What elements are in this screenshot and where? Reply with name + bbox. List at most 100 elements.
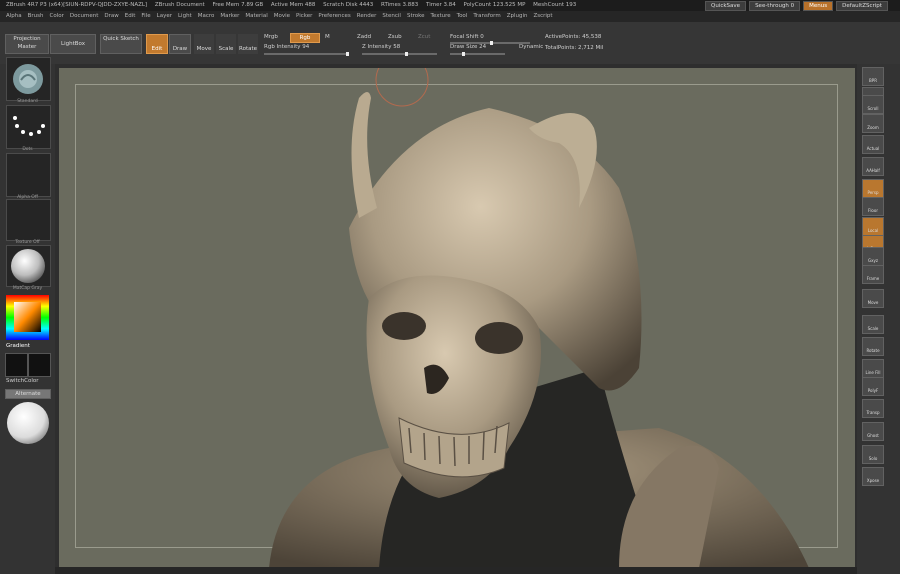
menu-item[interactable]: Draw [104, 13, 118, 19]
zadd-button[interactable]: Zadd [357, 34, 371, 40]
right-shelf-label: Line Fill [865, 370, 881, 375]
mesh-count: MeshCount 193 [533, 2, 577, 8]
zsub-button[interactable]: Zsub [388, 34, 402, 40]
zcut-button[interactable]: Zcut [418, 34, 430, 40]
right-shelf-button[interactable]: Scroll [862, 95, 884, 114]
menu-item[interactable]: Render [357, 13, 377, 19]
right-shelf-button[interactable]: Transp [862, 399, 884, 418]
right-shelf-label: Scroll [867, 106, 879, 111]
main-color-swatch[interactable] [5, 353, 28, 377]
menu-item[interactable]: Document [70, 13, 99, 19]
active-points: ActivePoints: 45,538 [545, 34, 602, 40]
poly-count: PolyCount 123.525 MP [463, 2, 526, 8]
menu-item[interactable]: Zscript [533, 13, 552, 19]
right-shelf-button[interactable]: Actual [862, 135, 884, 154]
focal-shift-label: Focal Shift 0 [450, 34, 484, 40]
right-shelf-label: Zoom [867, 125, 879, 130]
document-canvas[interactable] [59, 68, 855, 568]
alternate-button[interactable]: Alternate [5, 389, 51, 399]
right-shelf-button[interactable]: Line Fill [862, 359, 884, 378]
quick-sketch-button[interactable]: Quick Sketch [100, 34, 142, 54]
matcap-sphere-icon [11, 249, 45, 283]
menu-item[interactable]: Preferences [318, 13, 350, 19]
right-shelf-label: Rotate [866, 348, 880, 353]
right-shelf-button[interactable]: Move [862, 289, 884, 308]
menu-item[interactable]: Layer [157, 13, 172, 19]
menu-item[interactable]: Zplugin [507, 13, 528, 19]
material-thumbnail[interactable] [6, 245, 51, 287]
alpha-thumbnail[interactable] [6, 153, 51, 197]
right-shelf-button[interactable]: PolyF [862, 377, 884, 396]
draw-button[interactable]: Draw [169, 34, 191, 54]
alternate-material-icon [7, 402, 49, 444]
menu-item[interactable]: Light [178, 13, 192, 19]
edit-button[interactable]: Edit [146, 34, 168, 54]
menu-item[interactable]: Color [50, 13, 64, 19]
z-intensity-slider[interactable] [362, 52, 437, 56]
m-button[interactable]: M [325, 34, 330, 40]
right-shelf-button[interactable]: Local [862, 217, 884, 236]
quicksave-button[interactable]: QuickSave [705, 0, 747, 11]
right-shelf-label: Transp [866, 410, 880, 415]
projection-master-button[interactable]: Projection Master [5, 34, 49, 54]
right-shelf-button[interactable]: Ghost [862, 422, 884, 441]
default-zscript-button[interactable]: DefaultZScript [836, 0, 888, 11]
gradient-label[interactable]: Gradient [6, 343, 30, 349]
secondary-color-swatch[interactable] [28, 353, 51, 377]
rgb-intensity-slider[interactable] [264, 52, 349, 56]
menus-button[interactable]: Menus [803, 0, 834, 11]
dynamic-button[interactable]: Dynamic [519, 44, 543, 50]
right-shelf-button[interactable]: Persp [862, 179, 884, 198]
switch-color-button[interactable]: SwitchColor [6, 378, 39, 384]
right-shelf-button[interactable]: Floor [862, 197, 884, 216]
texture-thumbnail[interactable] [6, 199, 51, 241]
right-shelf-button[interactable]: Rotate [862, 337, 884, 356]
menu-item[interactable]: Stencil [382, 13, 401, 19]
menu-item[interactable]: Material [245, 13, 267, 19]
menu-item[interactable]: Texture [431, 13, 451, 19]
menu-item[interactable]: File [141, 13, 150, 19]
rgb-button[interactable]: Rgb [290, 33, 320, 43]
right-shelf-button[interactable]: Xpose [862, 467, 884, 486]
right-shelf-button[interactable]: AAHalf [862, 157, 884, 176]
z-intensity-label: Z Intensity 58 [362, 44, 401, 50]
brush-caption: Standard [17, 99, 38, 104]
move-button[interactable]: Move [194, 34, 214, 54]
right-shelf-label: Xpose [866, 478, 880, 483]
right-shelf-button[interactable]: Frame [862, 265, 884, 284]
menu-item[interactable]: Picker [296, 13, 312, 19]
right-shelf-button[interactable]: Gxyz [862, 247, 884, 266]
menu-item[interactable]: Movie [274, 13, 290, 19]
menu-item[interactable]: Alpha [6, 13, 22, 19]
demon-skull-sculpt [269, 68, 809, 568]
right-shelf-button[interactable]: Scale [862, 315, 884, 334]
menu-item[interactable]: Marker [220, 13, 239, 19]
lightbox-button[interactable]: LightBox [50, 34, 96, 54]
right-shelf-label: Actual [866, 146, 880, 151]
active-mem: Active Mem 488 [270, 2, 316, 8]
color-picker[interactable] [6, 295, 49, 340]
right-shelf-button[interactable]: Solo [862, 445, 884, 464]
dots-stroke-icon [13, 116, 45, 136]
timer: Timer 3.84 [426, 2, 456, 8]
mrgb-button[interactable]: Mrgb [264, 34, 278, 40]
menu-item[interactable]: Brush [28, 13, 44, 19]
stroke-thumbnail[interactable] [6, 105, 51, 149]
right-shelf-label: Move [867, 300, 879, 305]
right-shelf-label: BPR [869, 78, 877, 83]
menu-item[interactable]: Stroke [407, 13, 425, 19]
see-through-slider[interactable]: See-through 0 [749, 0, 801, 11]
draw-size-slider[interactable] [450, 52, 505, 56]
rotate-button[interactable]: Rotate [238, 34, 258, 54]
free-mem: Free Mem 7.89 GB [212, 2, 264, 8]
menu-item[interactable]: Macro [198, 13, 215, 19]
menu-item[interactable]: Tool [457, 13, 468, 19]
right-shelf-label: Gxyz [868, 258, 878, 263]
scale-button[interactable]: Scale [216, 34, 236, 54]
right-shelf-button[interactable]: Zoom [862, 114, 884, 133]
right-shelf-label: PolyF [867, 388, 879, 393]
menu-item[interactable]: Edit [125, 13, 136, 19]
menu-item[interactable]: Transform [473, 13, 500, 19]
right-shelf-button[interactable]: BPR [862, 67, 884, 86]
brush-thumbnail[interactable] [6, 57, 51, 101]
